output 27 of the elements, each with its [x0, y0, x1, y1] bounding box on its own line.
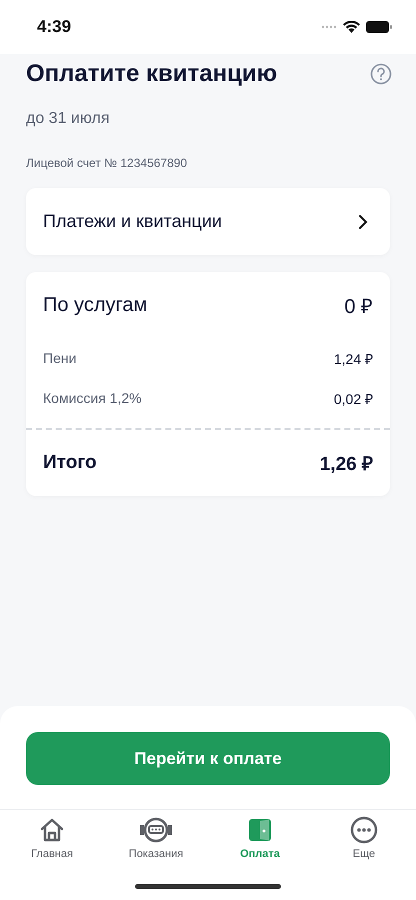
- help-icon[interactable]: [370, 63, 392, 85]
- services-label: По услугам: [43, 294, 148, 316]
- more-icon: [350, 816, 378, 844]
- fee-label: Пени: [43, 350, 76, 366]
- meter-icon: [138, 816, 174, 844]
- fee-label: Комиссия 1,2%: [43, 390, 142, 406]
- fee-amount: 0,02 ₽: [334, 390, 373, 408]
- total-label: Итого: [43, 452, 97, 474]
- battery-icon: [366, 21, 392, 33]
- tab-item[interactable]: Еще: [312, 810, 416, 872]
- account-number: Лицевой счет № 1234567890: [25, 155, 188, 170]
- chevron-icon: [358, 214, 368, 230]
- due-date: до 31 июля: [25, 109, 111, 128]
- tab-item[interactable]: Главная: [0, 810, 104, 872]
- signal-icon: [321, 25, 337, 29]
- tab-item[interactable]: Оплата: [208, 810, 312, 872]
- wifi-icon: [343, 21, 360, 33]
- total-amount: 1,26 ₽: [320, 453, 373, 476]
- house-icon: [38, 816, 66, 844]
- wallet-icon: [246, 816, 274, 844]
- pay-button[interactable]: Перейти к оплате: [26, 732, 390, 785]
- tab-item[interactable]: Показания: [104, 810, 208, 872]
- fee-amount: 1,24 ₽: [334, 350, 373, 368]
- payments-link[interactable]: Платежи и квитанции: [26, 188, 390, 255]
- page-title: Оплатите квитанцию: [26, 60, 278, 88]
- status-time: 4:39: [37, 17, 72, 37]
- services-amount: 0 ₽: [344, 294, 373, 318]
